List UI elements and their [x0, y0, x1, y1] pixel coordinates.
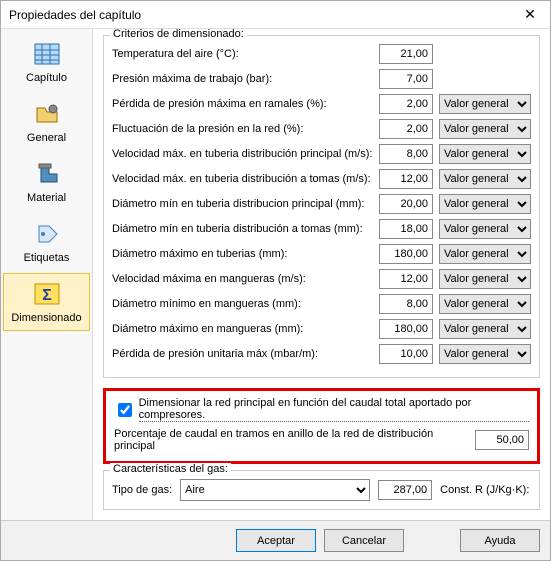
criteria-label: Diámetro mín en tuberia distribución a t…: [112, 223, 373, 235]
criteria-row: Pérdida de presión máxima en ramales (%)…: [112, 94, 531, 114]
criteria-label: Velocidad máx. en tuberia distribución a…: [112, 173, 373, 185]
criteria-row: Diámetro máximo en mangueras (mm): Valor …: [112, 319, 531, 339]
window-title: Propiedades del capítulo: [9, 8, 510, 22]
titlebar: Propiedades del capítulo ✕: [1, 1, 550, 29]
gas-const-label: Const. R (J/Kg·K):: [440, 484, 529, 496]
criteria-row: Velocidad máxima en mangueras (m/s): Valo…: [112, 269, 531, 289]
criteria-value-input[interactable]: [379, 319, 433, 339]
criteria-row: Pérdida de presión unitaria máx (mbar/m)…: [112, 344, 531, 364]
criteria-label: Diámetro máximo en mangueras (mm):: [112, 323, 373, 335]
sidebar-item-label: Etiquetas: [24, 252, 70, 264]
dialog-footer: Aceptar Cancelar Ayuda: [1, 520, 550, 560]
criteria-scope-select[interactable]: Valor general: [439, 219, 531, 239]
criteria-value-input[interactable]: [379, 194, 433, 214]
accept-button[interactable]: Aceptar: [236, 529, 316, 552]
sidebar: Capítulo General Material Etiquetas: [1, 29, 93, 520]
gas-type-select[interactable]: Aire: [180, 479, 370, 501]
gas-row: Tipo de gas: Aire Const. R (J/Kg·K):: [112, 479, 531, 501]
sidebar-item-etiquetas[interactable]: Etiquetas: [3, 213, 90, 271]
criteria-label: Diámetro mínimo en mangueras (mm):: [112, 298, 373, 310]
criteria-value-input[interactable]: [379, 269, 433, 289]
chapter-icon: [31, 38, 63, 70]
criteria-value-input[interactable]: [379, 94, 433, 114]
close-icon: ✕: [524, 6, 536, 23]
criteria-value-input[interactable]: [379, 44, 433, 64]
gas-const-input[interactable]: [378, 480, 432, 500]
criteria-scope-select[interactable]: Valor general: [439, 119, 531, 139]
content-pane: Criterios de dimensionado: Temperatura d…: [93, 29, 550, 520]
criteria-value-input[interactable]: [379, 144, 433, 164]
sidebar-item-material[interactable]: Material: [3, 153, 90, 211]
criteria-value-input[interactable]: [379, 119, 433, 139]
criteria-scope-select[interactable]: Valor general: [439, 94, 531, 114]
tools-icon: [31, 98, 63, 130]
pct-input[interactable]: [475, 430, 529, 450]
criteria-row: Presión máxima de trabajo (bar):: [112, 69, 531, 89]
criteria-label: Velocidad máxima en mangueras (m/s):: [112, 273, 373, 285]
criteria-scope-select[interactable]: Valor general: [439, 319, 531, 339]
pct-row: Porcentaje de caudal en tramos en anillo…: [114, 428, 529, 452]
dialog-window: Propiedades del capítulo ✕ Capítulo Gene…: [0, 0, 551, 561]
criteria-row: Diámetro mín en tuberia distribucion pri…: [112, 194, 531, 214]
gas-legend: Características del gas:: [110, 463, 231, 475]
criteria-scope-select[interactable]: Valor general: [439, 144, 531, 164]
criteria-scope-select[interactable]: Valor general: [439, 344, 531, 364]
gas-type-label: Tipo de gas:: [112, 484, 172, 496]
sidebar-item-general[interactable]: General: [3, 93, 90, 151]
criteria-row: Diámetro mín en tuberia distribución a t…: [112, 219, 531, 239]
criteria-label: Velocidad máx. en tuberia distribución p…: [112, 148, 373, 160]
criteria-legend: Criterios de dimensionado:: [110, 29, 247, 40]
criteria-label: Pérdida de presión unitaria máx (mbar/m)…: [112, 348, 373, 360]
pipe-icon: [31, 158, 63, 190]
criteria-label: Pérdida de presión máxima en ramales (%)…: [112, 98, 373, 110]
criteria-value-input[interactable]: [379, 344, 433, 364]
criteria-label: Temperatura del aire (°C):: [112, 48, 373, 60]
sigma-icon: Σ: [31, 278, 63, 310]
cancel-button[interactable]: Cancelar: [324, 529, 404, 552]
checkbox-label: Dimensionar la red principal en función …: [139, 397, 529, 422]
criteria-row: Velocidad máx. en tuberia distribución p…: [112, 144, 531, 164]
criteria-row: Diámetro máximo en tuberias (mm): Valor g…: [112, 244, 531, 264]
criteria-row: Diámetro mínimo en mangueras (mm): Valor …: [112, 294, 531, 314]
criteria-row: Temperatura del aire (°C):: [112, 44, 531, 64]
criteria-value-input[interactable]: [379, 219, 433, 239]
gas-group: Características del gas: Tipo de gas: Ai…: [103, 470, 540, 510]
criteria-scope-select[interactable]: Valor general: [439, 194, 531, 214]
sidebar-item-label: Capítulo: [26, 72, 67, 84]
criteria-value-input[interactable]: [379, 169, 433, 189]
help-button[interactable]: Ayuda: [460, 529, 540, 552]
criteria-scope-select[interactable]: Valor general: [439, 269, 531, 289]
criteria-label: Diámetro máximo en tuberias (mm):: [112, 248, 373, 260]
sidebar-item-dimensionado[interactable]: Σ Dimensionado: [3, 273, 90, 331]
checkbox-row: Dimensionar la red principal en función …: [114, 397, 529, 422]
criteria-row: Fluctuación de la presión en la red (%):…: [112, 119, 531, 139]
sidebar-item-label: Material: [27, 192, 66, 204]
svg-text:Σ: Σ: [42, 287, 52, 304]
sidebar-item-capitulo[interactable]: Capítulo: [3, 33, 90, 91]
criteria-label: Fluctuación de la presión en la red (%):: [112, 123, 373, 135]
highlight-box: Dimensionar la red principal en función …: [103, 388, 540, 464]
criteria-label: Diámetro mín en tuberia distribucion pri…: [112, 198, 373, 210]
tag-icon: [31, 218, 63, 250]
criteria-value-input[interactable]: [379, 69, 433, 89]
dimension-by-compressors-checkbox[interactable]: [118, 403, 132, 417]
criteria-scope-select[interactable]: Valor general: [439, 169, 531, 189]
criteria-scope-select[interactable]: Valor general: [439, 244, 531, 264]
criteria-label: Presión máxima de trabajo (bar):: [112, 73, 373, 85]
sidebar-item-label: General: [27, 132, 66, 144]
criteria-scope-select[interactable]: Valor general: [439, 294, 531, 314]
close-button[interactable]: ✕: [510, 1, 550, 29]
criteria-value-input[interactable]: [379, 294, 433, 314]
dialog-body: Capítulo General Material Etiquetas: [1, 29, 550, 520]
criteria-row: Velocidad máx. en tuberia distribución a…: [112, 169, 531, 189]
criteria-value-input[interactable]: [379, 244, 433, 264]
criteria-group: Criterios de dimensionado: Temperatura d…: [103, 35, 540, 378]
pct-label: Porcentaje de caudal en tramos en anillo…: [114, 428, 469, 452]
sidebar-item-label: Dimensionado: [11, 312, 81, 324]
